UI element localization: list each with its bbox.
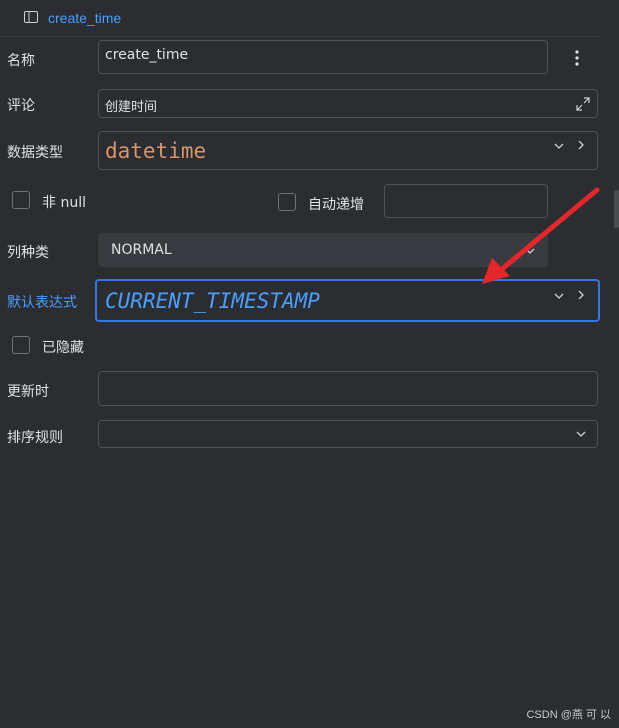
column-title: create_time <box>48 10 122 26</box>
scrollbar[interactable] <box>614 190 619 228</box>
panel-icon <box>24 11 38 23</box>
column-kind-label: 列种类 <box>7 245 49 261</box>
not-null-label: 非 null <box>42 195 86 211</box>
default-expression-label: 默认表达式 <box>7 295 77 311</box>
hidden-checkbox[interactable] <box>12 336 30 354</box>
data-type-value: datetime <box>105 139 207 163</box>
comment-label: 评论 <box>7 98 35 114</box>
watermark: CSDN @燕 可 以 <box>526 709 611 721</box>
on-update-label: 更新时 <box>7 384 49 400</box>
column-kind-value: NORMAL <box>111 242 172 258</box>
default-expression-value: CURRENT_TIMESTAMP <box>105 289 320 313</box>
comment-field[interactable]: 创建时间 <box>98 89 598 118</box>
collation-label: 排序规则 <box>7 430 63 446</box>
chevron-right-icon[interactable] <box>575 139 587 151</box>
more-vertical-icon[interactable] <box>570 48 584 68</box>
chevron-down-icon[interactable] <box>553 290 565 302</box>
panel-header: create_time <box>0 0 600 37</box>
on-update-field[interactable] <box>98 371 598 406</box>
annotation-arrow-icon <box>482 187 600 284</box>
name-value: create_time <box>105 47 189 63</box>
collation-select[interactable] <box>98 420 598 448</box>
name-field[interactable]: create_time <box>98 40 548 74</box>
chevron-right-icon[interactable] <box>575 289 587 301</box>
chevron-down-icon[interactable] <box>553 140 565 152</box>
column-properties-panel: create_time 名称 create_time 评论 创建时间 数据类型 … <box>0 0 619 728</box>
comment-value: 创建时间 <box>105 100 158 115</box>
expand-icon[interactable] <box>575 96 591 112</box>
auto-increment-label: 自动递增 <box>308 197 364 213</box>
data-type-label: 数据类型 <box>7 145 63 161</box>
chevron-down-icon[interactable] <box>575 428 587 440</box>
auto-increment-checkbox[interactable] <box>278 193 296 211</box>
data-type-field[interactable]: datetime <box>98 131 598 170</box>
not-null-checkbox[interactable] <box>12 191 30 209</box>
hidden-label: 已隐藏 <box>42 340 84 356</box>
name-label: 名称 <box>7 53 35 69</box>
